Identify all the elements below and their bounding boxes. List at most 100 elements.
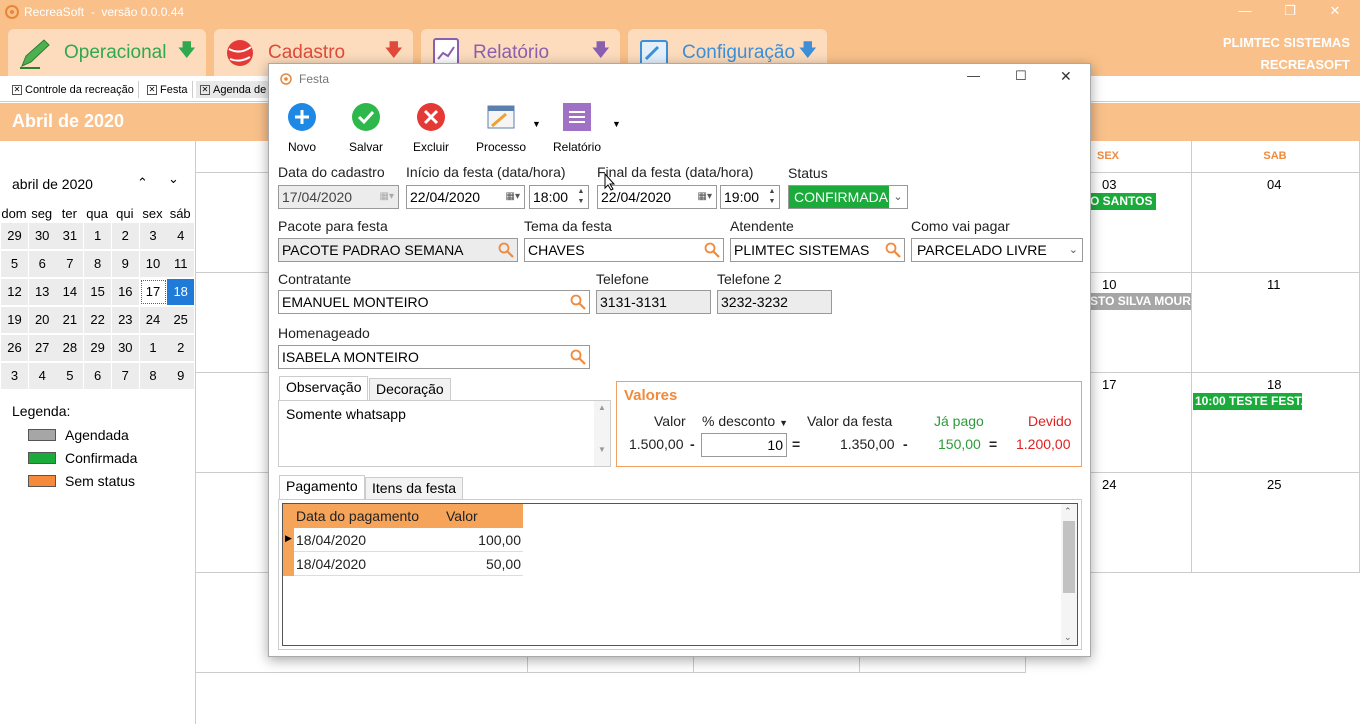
search-icon[interactable] (570, 349, 586, 365)
calendar-dropdown-icon[interactable]: ▦▾ (698, 186, 712, 208)
mini-calendar-day[interactable]: 13 (28, 279, 56, 305)
mini-calendar-day[interactable]: 11 (167, 251, 195, 277)
search-icon[interactable] (704, 242, 720, 258)
doc-tab-festa[interactable]: ✕ Festa (143, 81, 193, 98)
calendar-event[interactable]: O SANTOS (1088, 193, 1156, 210)
mini-calendar-day[interactable]: 2 (167, 335, 195, 361)
mini-calendar-day[interactable]: 20 (28, 307, 56, 333)
dialog-minimize-button[interactable]: — (967, 68, 980, 83)
relatorio-button[interactable]: Relatório (549, 102, 605, 154)
search-icon[interactable] (885, 242, 901, 258)
mini-calendar-day[interactable]: 9 (167, 363, 195, 389)
table-row[interactable]: 18/04/2020 50,00 (283, 552, 523, 576)
mini-calendar-day[interactable]: 30 (111, 335, 139, 361)
final-hora-field[interactable]: 19:00 ▲ ▼ (720, 185, 780, 209)
observacao-textarea[interactable]: Somente whatsapp ▲ ▼ (278, 400, 611, 467)
atendente-field[interactable]: PLIMTEC SISTEMAS (730, 238, 905, 262)
chevron-down-icon[interactable]: ⌄ (1064, 632, 1072, 643)
mini-calendar-day[interactable]: 24 (139, 307, 167, 333)
mini-calendar-day[interactable]: 12 (1, 279, 28, 305)
scrollbar-thumb[interactable] (1063, 521, 1075, 593)
dialog-close-button[interactable]: ✕ (1060, 68, 1072, 85)
mini-calendar-day[interactable]: 18 (167, 279, 195, 305)
desconto-input[interactable]: 10 (701, 433, 787, 457)
mini-calendar-day[interactable]: 1 (84, 223, 112, 249)
tab-itens-festa[interactable]: Itens da festa (365, 477, 464, 499)
mini-calendar-day[interactable]: 3 (1, 363, 28, 389)
chevron-down-icon[interactable]: ⌄ (889, 186, 907, 208)
mini-calendar-day[interactable]: 27 (28, 335, 56, 361)
pagar-select[interactable]: PARCELADO LIVRE ⌄ (911, 238, 1083, 262)
mini-calendar-day[interactable]: 30 (28, 223, 56, 249)
mini-calendar-day[interactable]: 3 (139, 223, 167, 249)
table-row[interactable]: ▶ 18/04/2020 100,00 (283, 528, 523, 552)
inicio-hora-field[interactable]: 18:00 ▲ ▼ (529, 185, 589, 209)
doc-tab-controle[interactable]: ✕ Controle da recreação (8, 81, 139, 98)
salvar-button[interactable]: Salvar (338, 102, 394, 154)
close-button[interactable]: ✕ (1320, 2, 1350, 22)
mini-calendar-day[interactable]: 8 (139, 363, 167, 389)
mini-calendar-day[interactable]: 4 (167, 223, 195, 249)
mini-calendar-day[interactable]: 15 (84, 279, 112, 305)
scrollbar[interactable]: ⌃ ⌄ (1061, 504, 1077, 645)
chevron-down-icon[interactable]: ⌄ (1069, 239, 1078, 261)
mini-calendar-day[interactable]: 26 (1, 335, 28, 361)
scrollbar[interactable]: ▲ ▼ (594, 401, 610, 466)
mini-calendar-day[interactable]: 1 (139, 335, 167, 361)
tab-pagamento[interactable]: Pagamento (279, 475, 365, 499)
column-header[interactable]: Data do pagamento (296, 508, 419, 524)
excluir-button[interactable]: Excluir (403, 102, 459, 154)
minimize-button[interactable]: — (1230, 2, 1260, 22)
close-tab-icon[interactable]: ✕ (147, 84, 157, 95)
column-header[interactable]: Valor (446, 508, 478, 524)
mini-calendar-day[interactable]: 5 (1, 251, 28, 277)
doc-tab-agenda[interactable]: ✕ Agenda de (196, 81, 271, 98)
mini-calendar-day[interactable]: 14 (56, 279, 84, 305)
tab-operacional[interactable]: Operacional 🡇 (8, 29, 206, 76)
mini-calendar-day[interactable]: 25 (167, 307, 195, 333)
mini-calendar-day[interactable]: 29 (84, 335, 112, 361)
mini-calendar-day[interactable]: 16 (111, 279, 139, 305)
dropdown-arrow-icon[interactable]: ▼ (779, 418, 788, 428)
contratante-field[interactable]: EMANUEL MONTEIRO (278, 290, 590, 314)
chevron-up-icon[interactable]: ⌃ (1064, 506, 1072, 517)
pacote-field[interactable]: PACOTE PADRAO SEMANA (278, 238, 518, 262)
relatorio-dropdown-icon[interactable]: ▼ (612, 119, 621, 129)
novo-button[interactable]: Novo (274, 102, 330, 154)
mini-calendar-day[interactable]: 6 (84, 363, 112, 389)
mini-calendar-day[interactable]: 6 (28, 251, 56, 277)
dialog-maximize-button[interactable]: ☐ (1015, 68, 1027, 84)
mini-calendar-day[interactable]: 29 (1, 223, 28, 249)
close-tab-icon[interactable]: ✕ (12, 84, 22, 95)
search-icon[interactable] (498, 242, 514, 258)
spin-icon[interactable]: ▲ ▼ (575, 187, 587, 207)
tema-field[interactable]: CHAVES (524, 238, 724, 262)
tab-observacao[interactable]: Observação (279, 376, 369, 400)
mini-calendar-day[interactable]: 23 (111, 307, 139, 333)
chevron-down-icon[interactable]: ⌄ (168, 171, 179, 187)
mini-calendar-day[interactable]: 28 (56, 335, 84, 361)
calendar-event[interactable]: STO SILVA MOUR (1088, 293, 1191, 310)
mini-calendar-day[interactable]: 10 (139, 251, 167, 277)
mini-calendar-day[interactable]: 5 (56, 363, 84, 389)
mini-calendar-day[interactable]: 31 (56, 223, 84, 249)
processo-dropdown-icon[interactable]: ▼ (532, 119, 541, 129)
spin-icon[interactable]: ▲ ▼ (766, 187, 778, 207)
tab-decoracao[interactable]: Decoração (369, 378, 451, 400)
mini-calendar-day[interactable]: 7 (56, 251, 84, 277)
mini-calendar-day[interactable]: 17 (139, 279, 167, 305)
inicio-data-field[interactable]: 22/04/2020 ▦▾ (406, 185, 525, 209)
calendar-event[interactable]: 10:00 TESTE FESTA (1193, 393, 1302, 410)
mini-calendar-day[interactable]: 21 (56, 307, 84, 333)
processo-button[interactable]: Processo (470, 102, 532, 154)
maximize-button[interactable]: ❐ (1275, 2, 1305, 22)
search-icon[interactable] (570, 294, 586, 310)
close-tab-icon[interactable]: ✕ (200, 84, 210, 95)
mini-calendar-day[interactable]: 4 (28, 363, 56, 389)
mini-calendar-day[interactable]: 7 (111, 363, 139, 389)
mini-calendar-day[interactable]: 22 (84, 307, 112, 333)
mini-calendar-day[interactable]: 19 (1, 307, 28, 333)
status-select[interactable]: CONFIRMADA ⌄ (788, 185, 908, 209)
desconto-header[interactable]: % desconto ▼ (702, 413, 788, 429)
homenageado-field[interactable]: ISABELA MONTEIRO (278, 345, 590, 369)
